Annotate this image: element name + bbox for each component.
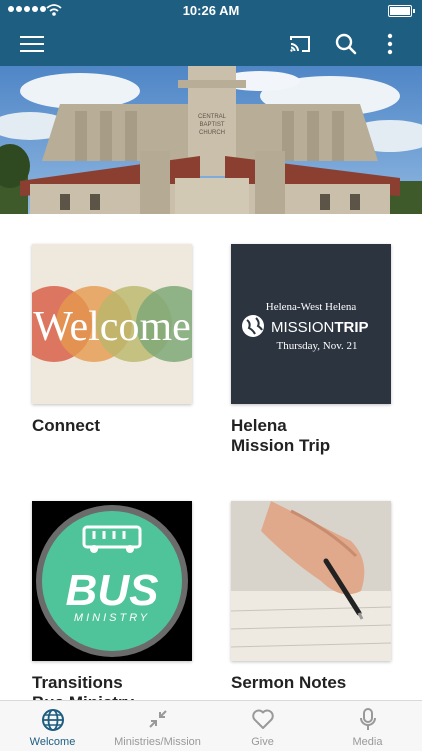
status-bar: 10:26 AM: [0, 0, 422, 22]
content-grid: Welcome Connect Helena-West Helena MISSI…: [0, 214, 422, 700]
card-bus-ministry[interactable]: BUS MINISTRY Transitions Bus Ministry: [32, 501, 192, 700]
microphone-icon: [359, 708, 376, 730]
card-connect[interactable]: Welcome Connect: [32, 244, 192, 436]
cast-button[interactable]: [284, 22, 316, 66]
tab-give-label: Give: [251, 736, 274, 748]
globe-icon: [242, 315, 264, 337]
heart-icon: [251, 709, 274, 729]
card-bus-thumb-big: BUS: [66, 566, 159, 615]
card-helena-thumbnail: Helena-West Helena MISSIONTRIP Thursday,…: [231, 244, 391, 404]
app-toolbar: [0, 22, 422, 66]
card-helena-thumb-line3: Thursday, Nov. 21: [276, 340, 357, 352]
card-helena-thumb-line1: Helena-West Helena: [266, 301, 357, 313]
battery-icon: [388, 5, 415, 17]
bottom-tab-bar: Welcome Ministries/Mission Give Media: [0, 700, 422, 751]
card-helena-mission-trip[interactable]: Helena-West Helena MISSIONTRIP Thursday,…: [231, 244, 391, 456]
card-connect-thumbnail: Welcome: [32, 244, 192, 404]
card-connect-thumb-text: Welcome: [33, 304, 191, 350]
card-bus-thumb-small: MINISTRY: [74, 612, 150, 624]
hero-church-image: CENTRAL BAPTIST CHURCH: [0, 66, 422, 214]
search-icon: [335, 33, 357, 55]
hero-sign-line3: CHURCH: [199, 130, 225, 136]
more-vertical-icon: [387, 33, 393, 55]
tab-ministries-label: Ministries/Mission: [114, 736, 201, 748]
compress-icon: [148, 710, 167, 728]
status-time: 10:26 AM: [182, 3, 240, 18]
globe-icon: [41, 709, 64, 731]
tab-welcome[interactable]: Welcome: [0, 701, 105, 751]
tab-give[interactable]: Give: [210, 701, 315, 751]
card-bus-thumbnail: BUS MINISTRY: [32, 501, 192, 661]
card-connect-title: Connect: [32, 416, 100, 435]
card-helena-title: Helena Mission Trip: [231, 416, 331, 455]
hero-sign-line1: CENTRAL: [198, 114, 227, 120]
cast-icon: [290, 36, 310, 52]
menu-button[interactable]: [14, 22, 50, 66]
tab-media-label: Media: [352, 736, 383, 748]
tab-ministries-mission[interactable]: Ministries/Mission: [105, 701, 210, 751]
hero-sign-line2: BAPTIST: [199, 122, 224, 128]
menu-icon: [20, 36, 44, 52]
card-sermon-title: Sermon Notes: [231, 673, 347, 692]
card-sermon-notes[interactable]: Sermon Notes: [231, 501, 391, 693]
search-button[interactable]: [330, 22, 362, 66]
card-sermon-thumbnail: [231, 501, 391, 661]
more-options-button[interactable]: [376, 22, 404, 66]
sermon-notes-photo: [231, 501, 391, 661]
card-bus-title: Transitions Bus Ministry: [32, 673, 134, 700]
church-photo: CENTRAL BAPTIST CHURCH: [0, 66, 422, 214]
card-helena-thumb-line2: MISSIONTRIP: [271, 319, 369, 336]
tab-welcome-label: Welcome: [29, 736, 76, 748]
tab-media[interactable]: Media: [315, 701, 420, 751]
